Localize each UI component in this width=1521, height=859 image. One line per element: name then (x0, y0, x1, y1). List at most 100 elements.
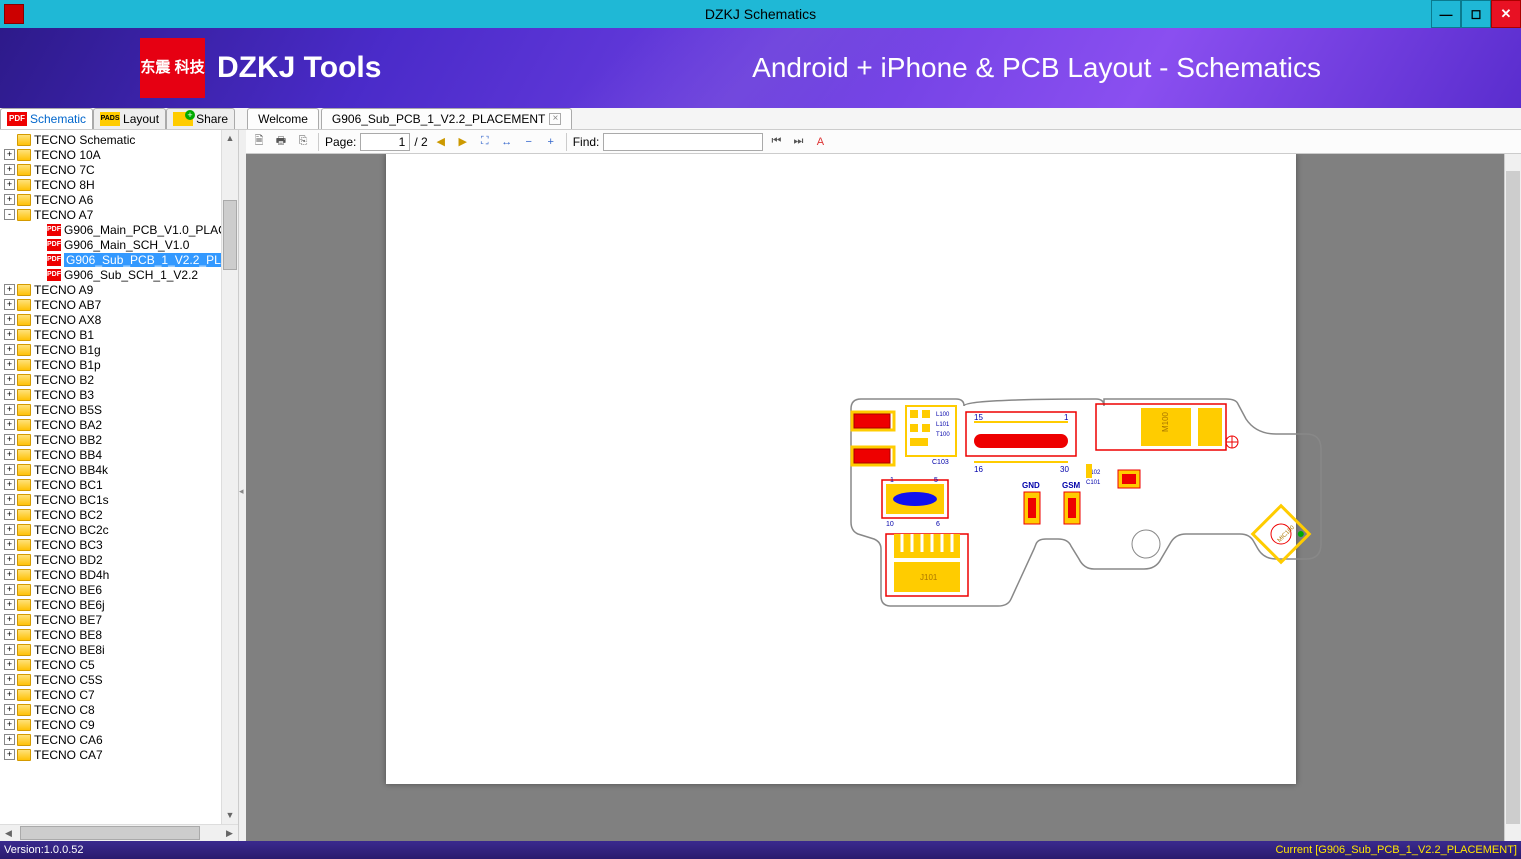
expand-icon[interactable]: + (4, 404, 15, 415)
scroll-thumb[interactable] (20, 826, 200, 840)
expand-icon[interactable]: - (4, 209, 15, 220)
doc-tab-active[interactable]: G906_Sub_PCB_1_V2.2_PLACEMENT × (321, 108, 572, 129)
expand-icon[interactable]: + (4, 659, 15, 670)
tree-folder[interactable]: +TECNO BC3 (0, 537, 238, 552)
expand-icon[interactable]: + (4, 629, 15, 640)
tree-root[interactable]: -TECNO Schematic (0, 132, 238, 147)
tree-folder[interactable]: -TECNO A7 (0, 207, 238, 222)
tree-folder[interactable]: +TECNO BC2c (0, 522, 238, 537)
expand-icon[interactable]: + (4, 314, 15, 325)
tree-folder[interactable]: +TECNO BC1s (0, 492, 238, 507)
expand-icon[interactable]: + (4, 374, 15, 385)
scroll-down-icon[interactable]: ▼ (222, 807, 238, 824)
save-icon[interactable]: 🗎 (250, 133, 268, 151)
expand-icon[interactable]: + (4, 734, 15, 745)
tree-folder[interactable]: +TECNO C5 (0, 657, 238, 672)
expand-icon[interactable]: + (4, 434, 15, 445)
scroll-up-icon[interactable]: ▲ (222, 130, 238, 147)
next-page-icon[interactable]: ▶ (454, 133, 472, 151)
expand-icon[interactable]: + (4, 524, 15, 535)
expand-icon[interactable]: + (4, 644, 15, 655)
expand-icon[interactable]: + (4, 494, 15, 505)
tree-folder[interactable]: +TECNO AB7 (0, 297, 238, 312)
expand-icon[interactable]: + (4, 479, 15, 490)
expand-icon[interactable]: + (4, 284, 15, 295)
expand-icon[interactable]: + (4, 194, 15, 205)
tree-folder[interactable]: +TECNO BB2 (0, 432, 238, 447)
find-next-icon[interactable]: ⏭ (789, 133, 807, 151)
tree-file[interactable]: +PDFG906_Main_SCH_V1.0 (0, 237, 238, 252)
tab-share[interactable]: Share (166, 108, 235, 129)
tree-folder[interactable]: +TECNO BE6j (0, 597, 238, 612)
expand-icon[interactable]: + (4, 569, 15, 580)
tab-schematic[interactable]: PDF Schematic (0, 108, 93, 129)
tree-file[interactable]: +PDFG906_Sub_PCB_1_V2.2_PLACEMENT (0, 252, 238, 267)
close-tab-icon[interactable]: × (549, 113, 561, 125)
print-icon[interactable]: 🖶 (272, 133, 290, 151)
expand-icon[interactable]: + (4, 149, 15, 160)
doc-tab-welcome[interactable]: Welcome (247, 108, 319, 129)
tree-folder[interactable]: +TECNO BE6 (0, 582, 238, 597)
expand-icon[interactable]: + (4, 509, 15, 520)
tree-folder[interactable]: +TECNO C8 (0, 702, 238, 717)
fit-page-icon[interactable]: ⛶ (476, 133, 494, 151)
expand-icon[interactable]: + (4, 599, 15, 610)
expand-icon[interactable]: + (4, 689, 15, 700)
tree-folder[interactable]: +TECNO BB4k (0, 462, 238, 477)
tree-folder[interactable]: +TECNO 8H (0, 177, 238, 192)
canvas[interactable]: L100 L101 T100 C103 15 1 16 (246, 154, 1521, 841)
tree-folder[interactable]: +TECNO C7 (0, 687, 238, 702)
tree-file[interactable]: +PDFG906_Sub_SCH_1_V2.2 (0, 267, 238, 282)
tree-folder[interactable]: +TECNO 10A (0, 147, 238, 162)
tree-folder[interactable]: +TECNO BD4h (0, 567, 238, 582)
copy-icon[interactable]: ⎘ (294, 133, 312, 151)
canvas-vscrollbar[interactable] (1504, 154, 1521, 841)
tree-folder[interactable]: +TECNO AX8 (0, 312, 238, 327)
expand-icon[interactable]: + (4, 359, 15, 370)
expand-icon[interactable]: + (4, 584, 15, 595)
scroll-thumb[interactable] (223, 200, 237, 270)
scroll-right-icon[interactable]: ▶ (221, 825, 238, 841)
tree-folder[interactable]: +TECNO BE7 (0, 612, 238, 627)
tree[interactable]: -TECNO Schematic+TECNO 10A+TECNO 7C+TECN… (0, 130, 238, 824)
expand-icon[interactable]: + (4, 164, 15, 175)
prev-page-icon[interactable]: ◀ (432, 133, 450, 151)
expand-icon[interactable]: + (4, 449, 15, 460)
tree-folder[interactable]: +TECNO BA2 (0, 417, 238, 432)
expand-icon[interactable]: + (4, 539, 15, 550)
expand-icon[interactable]: + (4, 299, 15, 310)
expand-icon[interactable]: + (4, 614, 15, 625)
find-prev-icon[interactable]: ⏮ (767, 133, 785, 151)
expand-icon[interactable]: + (4, 464, 15, 475)
tree-folder[interactable]: +TECNO A9 (0, 282, 238, 297)
tree-folder[interactable]: +TECNO A6 (0, 192, 238, 207)
tree-folder[interactable]: +TECNO BC2 (0, 507, 238, 522)
tree-folder[interactable]: +TECNO BB4 (0, 447, 238, 462)
scroll-left-icon[interactable]: ◀ (0, 825, 17, 841)
tree-folder[interactable]: +TECNO B1g (0, 342, 238, 357)
tree-folder[interactable]: +TECNO C5S (0, 672, 238, 687)
tree-folder[interactable]: +TECNO B1 (0, 327, 238, 342)
tree-folder[interactable]: +TECNO CA6 (0, 732, 238, 747)
find-input[interactable] (603, 133, 763, 151)
tree-hscrollbar[interactable]: ◀ ▶ (0, 824, 238, 841)
tree-vscrollbar[interactable]: ▲ ▼ (221, 130, 238, 824)
tree-folder[interactable]: +TECNO C9 (0, 717, 238, 732)
expand-icon[interactable]: + (4, 674, 15, 685)
text-tool-icon[interactable]: A (811, 133, 829, 151)
zoom-in-icon[interactable]: + (542, 133, 560, 151)
expand-icon[interactable]: + (4, 419, 15, 430)
page-input[interactable] (360, 133, 410, 151)
tree-folder[interactable]: +TECNO BC1 (0, 477, 238, 492)
tree-folder[interactable]: +TECNO BE8 (0, 627, 238, 642)
tree-folder[interactable]: +TECNO B3 (0, 387, 238, 402)
expand-icon[interactable]: + (4, 179, 15, 190)
fit-width-icon[interactable]: ↔ (498, 133, 516, 151)
tree-folder[interactable]: +TECNO B5S (0, 402, 238, 417)
tree-folder[interactable]: +TECNO B1p (0, 357, 238, 372)
expand-icon[interactable]: + (4, 389, 15, 400)
expand-icon[interactable]: + (4, 329, 15, 340)
zoom-out-icon[interactable]: − (520, 133, 538, 151)
tree-folder[interactable]: +TECNO CA7 (0, 747, 238, 762)
expand-icon[interactable]: + (4, 719, 15, 730)
